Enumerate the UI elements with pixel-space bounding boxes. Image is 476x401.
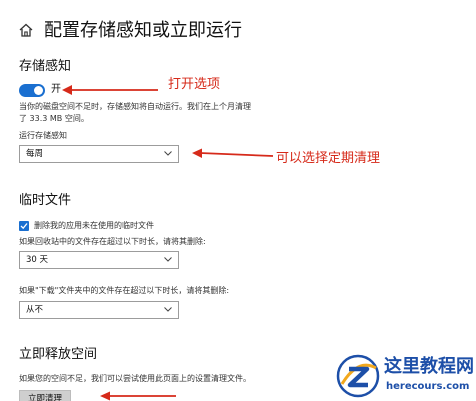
arrow-annotation-toggle bbox=[62, 85, 158, 95]
temp-files-heading: 临时文件 bbox=[19, 193, 72, 208]
watermark-title: 这里教程网 bbox=[384, 356, 474, 377]
home-icon[interactable] bbox=[18, 22, 34, 38]
run-storage-sense-label: 运行存储感知 bbox=[19, 131, 67, 140]
run-frequency-value: 每周 bbox=[26, 149, 44, 159]
clean-now-button[interactable]: 立即清理 bbox=[19, 390, 71, 401]
storage-sense-toggle[interactable] bbox=[19, 84, 45, 97]
chevron-down-icon bbox=[164, 151, 172, 156]
storage-sense-description-line1: 当你的磁盘空间不足时，存储感知将自动运行。我们在上个月清理 bbox=[19, 102, 251, 111]
clean-now-label: 立即清理 bbox=[28, 394, 63, 401]
toggle-knob bbox=[34, 86, 43, 95]
arrow-annotation-schedule bbox=[192, 148, 274, 158]
chevron-down-icon bbox=[164, 307, 172, 312]
annotation-open-option: 打开选项 bbox=[168, 77, 221, 92]
page-title: 配置存储感知或立即运行 bbox=[44, 20, 242, 41]
recycle-bin-value: 30 天 bbox=[26, 255, 49, 265]
annotation-schedule: 可以选择定期清理 bbox=[276, 151, 381, 166]
watermark-url: herecours.com bbox=[386, 381, 470, 392]
chevron-down-icon bbox=[164, 257, 172, 262]
free-space-description: 如果您的空间不足，我们可以尝试使用此页面上的设置清理文件。 bbox=[19, 374, 251, 383]
delete-temp-files-label: 删除我的应用未在使用的临时文件 bbox=[34, 221, 154, 230]
arrow-annotation-clean bbox=[100, 391, 176, 401]
watermark: 这里教程网 herecours.com bbox=[336, 352, 476, 401]
recycle-bin-select[interactable]: 30 天 bbox=[19, 251, 179, 269]
downloads-label: 如果"下载"文件夹中的文件存在超过以下时长，请将其删除: bbox=[19, 286, 230, 295]
recycle-bin-label: 如果回收站中的文件存在超过以下时长，请将其删除: bbox=[19, 237, 206, 246]
run-frequency-select[interactable]: 每周 bbox=[19, 145, 179, 163]
watermark-logo-icon bbox=[336, 354, 380, 398]
downloads-value: 从不 bbox=[26, 305, 44, 315]
storage-sense-heading: 存储感知 bbox=[19, 59, 72, 74]
checkmark-icon bbox=[20, 223, 28, 230]
delete-temp-files-checkbox[interactable] bbox=[19, 221, 29, 231]
storage-sense-description-line2: 了 33.3 MB 空间。 bbox=[19, 114, 89, 123]
downloads-select[interactable]: 从不 bbox=[19, 301, 179, 319]
free-space-heading: 立即释放空间 bbox=[19, 347, 98, 362]
